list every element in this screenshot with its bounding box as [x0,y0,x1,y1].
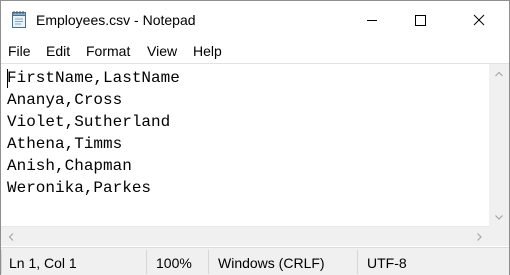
menu-view[interactable]: View [147,43,177,59]
minimize-button[interactable] [349,1,395,39]
chevron-right-icon [477,233,482,241]
scroll-down-button[interactable] [489,207,509,227]
notepad-icon [11,10,28,29]
text-line: Weronika,Parkes [7,179,152,197]
text-line: Violet,Sutherland [7,113,171,131]
status-zoom: 100% [156,255,192,271]
document-text[interactable]: FirstName,LastName Ananya,Cross Violet,S… [7,67,487,225]
title-bar[interactable]: Employees.csv - Notepad [1,1,509,39]
menu-help[interactable]: Help [193,43,222,59]
horizontal-scrollbar[interactable] [1,226,489,246]
scroll-up-button[interactable] [489,64,509,84]
text-line: Athena,Timms [7,135,123,153]
close-button[interactable] [456,1,502,39]
close-icon [473,14,485,26]
maximize-icon [415,15,426,26]
text-line: Anish,Chapman [7,157,132,175]
status-line-ending: Windows (CRLF) [218,255,325,271]
notepad-window: Employees.csv - Notepad File Edit Format… [0,0,510,275]
menu-edit[interactable]: Edit [46,43,70,59]
status-cursor-position: Ln 1, Col 1 [9,255,77,271]
text-editor[interactable]: FirstName,LastName Ananya,Cross Violet,S… [1,63,509,227]
menu-file[interactable]: File [8,43,31,59]
chevron-left-icon [8,233,14,241]
status-encoding: UTF-8 [367,255,407,271]
status-divider [146,250,147,274]
status-divider [208,250,209,274]
status-bar: Ln 1, Col 1 100% Windows (CRLF) UTF-8 [1,247,509,275]
menu-format[interactable]: Format [86,43,130,59]
text-line: Ananya,Cross [7,91,123,109]
scroll-left-button[interactable] [1,227,21,247]
text-caret [7,69,8,88]
scroll-right-button[interactable] [469,227,489,247]
chevron-down-icon [495,215,503,220]
scrollbar-corner [489,226,509,246]
maximize-button[interactable] [397,1,443,39]
window-title: Employees.csv - Notepad [36,12,196,28]
text-line: FirstName,LastName [7,69,180,87]
minimize-icon [367,20,377,21]
menu-bar: File Edit Format View Help [1,40,509,62]
vertical-scrollbar[interactable] [489,64,509,227]
status-divider [357,250,358,274]
chevron-up-icon [495,71,503,77]
status-divider [1,250,2,274]
